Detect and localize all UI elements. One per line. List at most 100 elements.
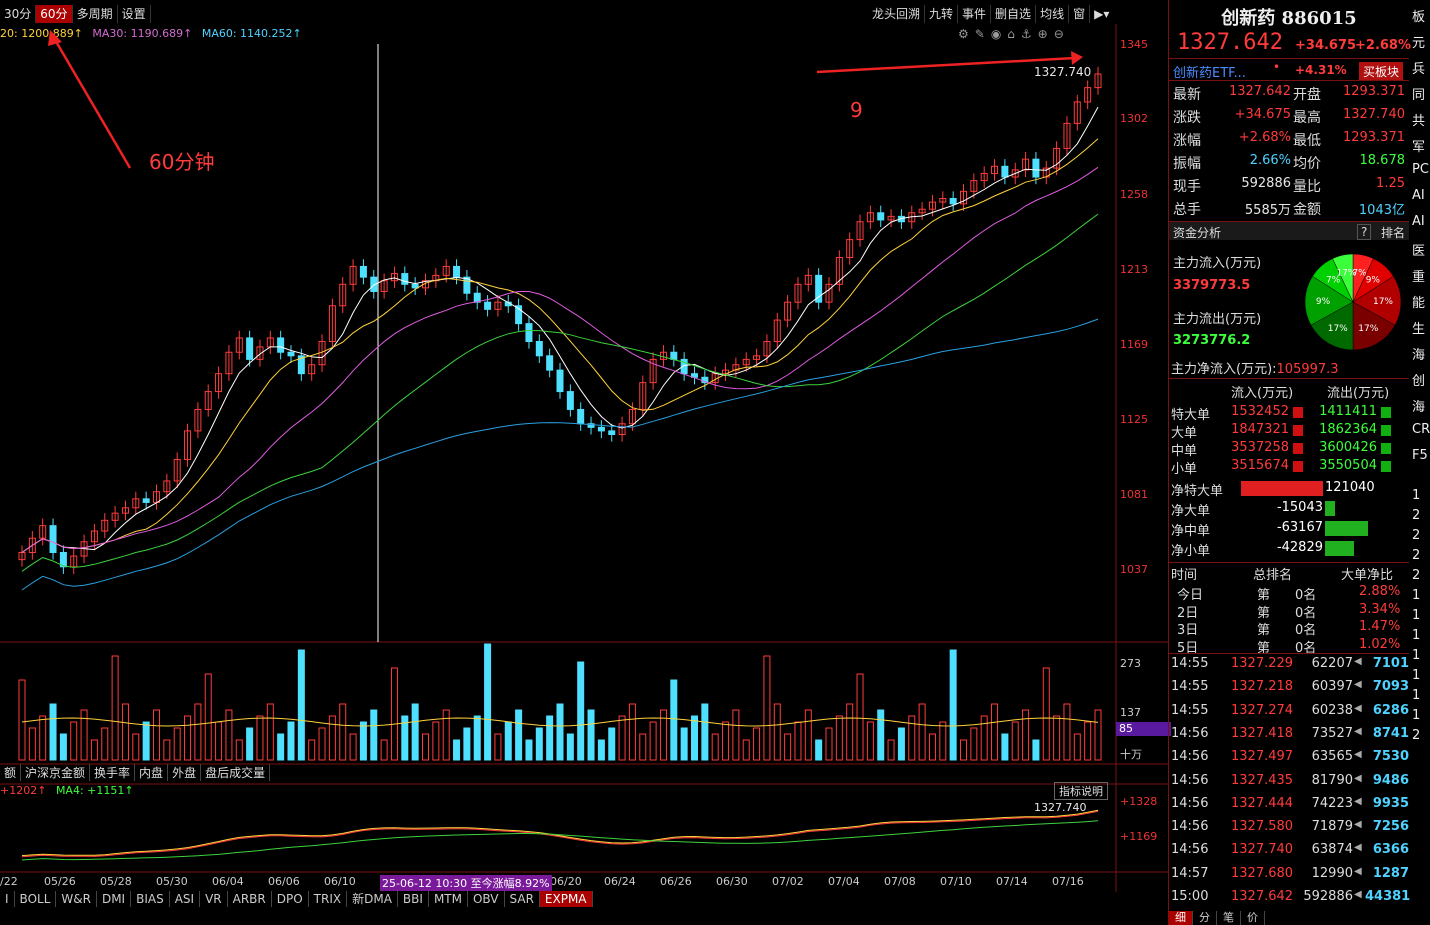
indicator-tab[interactable]: BIAS <box>131 891 170 907</box>
side-list-item[interactable]: 共 <box>1412 110 1425 129</box>
side-list-item[interactable]: AI <box>1412 188 1425 203</box>
vol-tab-amount[interactable]: 额 <box>0 764 22 781</box>
volume-bar <box>846 703 854 761</box>
side-list-item[interactable]: 元 <box>1412 32 1425 51</box>
side-list-item[interactable]: 海 <box>1412 396 1425 415</box>
etf-link[interactable]: 创新药ETF... <box>1173 62 1246 81</box>
indicator-tab[interactable]: ARBR <box>228 891 272 907</box>
side-list-item[interactable]: 2 <box>1412 508 1420 523</box>
volume-bar <box>1032 739 1040 761</box>
etf-change: +4.31% <box>1295 63 1347 77</box>
side-list-item[interactable]: 2 <box>1412 528 1420 543</box>
side-list-item[interactable]: 能 <box>1412 292 1425 311</box>
side-list-item[interactable]: 1 <box>1412 688 1420 703</box>
volume-bar <box>928 733 936 761</box>
indicator-tab[interactable]: BBI <box>398 891 429 907</box>
side-list-item[interactable]: 2 <box>1412 728 1420 743</box>
detail-tab[interactable]: 价 <box>1241 911 1265 925</box>
window-button[interactable]: 窗 <box>1069 5 1091 23</box>
side-list-item[interactable]: 兵 <box>1412 58 1425 77</box>
side-list-item[interactable]: AI <box>1412 214 1425 229</box>
side-list-item[interactable]: 生 <box>1412 318 1425 337</box>
period-30min[interactable]: 30分 <box>0 5 37 23</box>
indicator-tab[interactable]: 新DMA <box>347 891 398 907</box>
events-button[interactable]: 事件 <box>958 5 992 23</box>
detail-tab[interactable]: 细 <box>1169 911 1193 925</box>
side-list-item[interactable]: 1 <box>1412 488 1420 503</box>
side-list-item[interactable]: F5 <box>1412 448 1428 463</box>
indicator-tab[interactable]: DPO <box>272 891 309 907</box>
side-list-item[interactable]: CR <box>1412 422 1430 437</box>
vol-tab-turnover[interactable]: 换手率 <box>90 764 136 781</box>
indicator-tab[interactable]: DMI <box>97 891 132 907</box>
settings-button[interactable]: 设置 <box>118 5 151 23</box>
side-list-item[interactable]: 1 <box>1412 708 1420 723</box>
remove-watchlist-button[interactable]: 删自选 <box>991 5 1037 23</box>
pie-label: 9% <box>1316 297 1331 307</box>
side-list-item[interactable]: 板 <box>1412 6 1425 25</box>
vol-tab-outer[interactable]: 外盘 <box>168 764 202 781</box>
flow-out: 3600426 <box>1319 440 1377 455</box>
tick-arrow-icon: ◀ <box>1354 772 1362 784</box>
volume-bar <box>111 655 119 761</box>
tick-arrow-icon: ◀ <box>1354 819 1362 831</box>
flow-label: 大单 <box>1171 426 1198 441</box>
side-list-item[interactable]: 1 <box>1412 628 1420 643</box>
buy-sector-button[interactable]: 买板块 <box>1359 62 1404 81</box>
vol-tab-after-hours[interactable]: 盘后成交量 <box>201 764 271 781</box>
price-axis-label: 1258 <box>1120 188 1148 201</box>
indicator-tab[interactable]: EXPMA <box>539 891 593 907</box>
price-axis-label: 1125 <box>1120 413 1148 426</box>
period-multi[interactable]: 多周期 <box>73 5 118 23</box>
volume-bar <box>422 733 429 761</box>
side-list-item[interactable]: 医 <box>1412 240 1425 259</box>
indicator-tab[interactable]: TRIX <box>309 891 348 907</box>
nine-turn-button[interactable]: 九转 <box>925 5 959 23</box>
volume-bar <box>1022 709 1030 761</box>
vol-tab-market-amount[interactable]: 沪深京金额 <box>21 764 91 781</box>
side-list-item[interactable]: 1 <box>1412 608 1420 623</box>
fund-help-icon[interactable]: ? <box>1357 224 1372 240</box>
leader-backtrack-button[interactable]: 龙头回溯 <box>868 5 926 23</box>
volume-bar <box>235 739 243 761</box>
indicator-tab[interactable]: BOLL <box>15 891 57 907</box>
side-list-item[interactable]: PC <box>1412 162 1429 177</box>
ma-button[interactable]: 均线 <box>1036 5 1070 23</box>
indicator-tab[interactable]: ASI <box>170 891 201 907</box>
detail-tab[interactable]: 分 <box>1193 911 1217 925</box>
vol-tab-inner[interactable]: 内盘 <box>135 764 169 781</box>
indicator-line <box>21 820 1099 861</box>
side-list-item[interactable]: 2 <box>1412 568 1420 583</box>
volume-bar <box>732 709 740 761</box>
current-price: 1327.642 <box>1177 30 1283 55</box>
expand-icon[interactable]: ▶▾ <box>1090 5 1113 23</box>
indicator-tab[interactable]: OBV <box>468 891 505 907</box>
volume-bar <box>753 727 761 761</box>
side-list-item[interactable]: 2 <box>1412 548 1420 563</box>
flow-out-bar <box>1381 461 1391 472</box>
fund-pie-chart: 7%9%17%17%17%9%7%17% <box>1304 253 1402 351</box>
indicator-line <box>21 810 1099 858</box>
volume-bar <box>1001 733 1009 761</box>
side-list-item[interactable]: 军 <box>1412 136 1425 155</box>
period-60min[interactable]: 60分 <box>36 5 73 23</box>
quote-value: +34.675 <box>1234 107 1291 122</box>
side-list-item[interactable]: 1 <box>1412 588 1420 603</box>
indicator-tab[interactable]: MTM <box>429 891 468 907</box>
indicator-tab[interactable]: I <box>0 891 15 907</box>
side-list-item[interactable]: 重 <box>1412 266 1425 285</box>
fund-rank-button[interactable]: 排名 <box>1381 224 1405 241</box>
date-label: 06/24 <box>604 875 636 888</box>
indicator-help-button[interactable]: 指标说明 <box>1054 782 1108 800</box>
side-list-item[interactable]: 同 <box>1412 84 1425 103</box>
side-list-item[interactable]: 创 <box>1412 370 1425 389</box>
side-list-item[interactable]: 1 <box>1412 648 1420 663</box>
indicator-tab[interactable]: W&R <box>56 891 97 907</box>
tick-arrow-icon: ◀ <box>1354 842 1362 854</box>
indicator-tab[interactable]: VR <box>200 891 228 907</box>
side-list-item[interactable]: 海 <box>1412 344 1425 363</box>
volume-bar <box>59 733 67 761</box>
indicator-tab[interactable]: SAR <box>505 891 540 907</box>
detail-tab[interactable]: 笔 <box>1217 911 1241 925</box>
side-list-item[interactable]: 1 <box>1412 668 1420 683</box>
